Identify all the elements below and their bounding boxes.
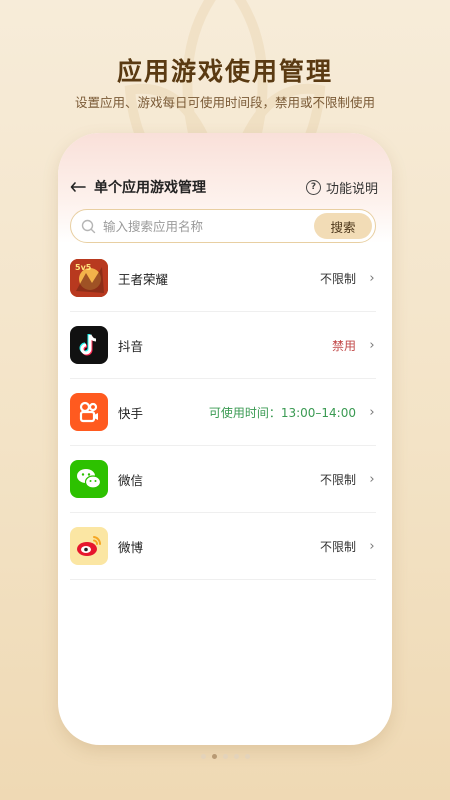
hero-title: 应用游戏使用管理 bbox=[116, 57, 333, 86]
status-label: 可使用时间：13:00–14:00 bbox=[208, 405, 356, 420]
chevron-right-icon: › bbox=[369, 270, 375, 286]
weibo-icon bbox=[70, 527, 108, 565]
list-item[interactable]: 抖音 禁用 › bbox=[70, 312, 376, 379]
list-item[interactable]: 微博 不限制 › bbox=[70, 513, 376, 580]
search-button[interactable]: 搜索 bbox=[314, 213, 372, 239]
help-circle-icon: ? bbox=[305, 179, 321, 195]
page-dot bbox=[233, 754, 239, 759]
app-name: 快手 bbox=[118, 405, 144, 421]
page-dot bbox=[244, 754, 250, 759]
chevron-right-icon: › bbox=[369, 337, 375, 353]
chevron-right-icon: › bbox=[369, 471, 375, 487]
help-label: 功能说明 bbox=[325, 181, 378, 197]
status-label: 禁用 bbox=[331, 338, 356, 353]
list-item[interactable]: 快手 可使用时间：13:00–14:00 › bbox=[70, 379, 376, 446]
hero-subtitle: 设置应用、游戏每日可使用时间段，禁用或不限制使用 bbox=[74, 95, 375, 110]
page-dot-active bbox=[211, 754, 217, 759]
back-arrow-icon[interactable] bbox=[70, 179, 88, 195]
status-label: 不限制 bbox=[319, 271, 356, 286]
status-label: 不限制 bbox=[319, 472, 356, 487]
page-dot bbox=[222, 754, 228, 759]
app-header: 单个应用游戏管理 ? 功能说明 bbox=[70, 176, 378, 198]
wechat-icon bbox=[70, 460, 108, 498]
app-name: 微信 bbox=[118, 472, 144, 488]
app-name: 微博 bbox=[118, 539, 144, 555]
page-title: 单个应用游戏管理 bbox=[94, 180, 206, 196]
search-input[interactable] bbox=[103, 218, 314, 234]
page-dot bbox=[200, 754, 206, 759]
svg-text:5v5: 5v5 bbox=[75, 263, 92, 272]
search-icon bbox=[81, 218, 97, 234]
list-item[interactable]: 微信 不限制 › bbox=[70, 446, 376, 513]
app-name: 抖音 bbox=[118, 338, 144, 354]
app-name: 王者荣耀 bbox=[118, 271, 169, 287]
help-button[interactable]: ? 功能说明 bbox=[305, 178, 378, 197]
douyin-icon bbox=[70, 326, 108, 364]
status-label: 不限制 bbox=[319, 539, 356, 554]
search-bar: 搜索 bbox=[70, 209, 376, 243]
chevron-right-icon: › bbox=[369, 404, 375, 420]
phone-frame: 单个应用游戏管理 ? 功能说明 搜索 5v5 王者荣耀 bbox=[58, 133, 392, 745]
app-list: 5v5 王者荣耀 不限制 › 抖音 禁用 › 快手 可使用时间：13:00–14… bbox=[70, 245, 376, 580]
page-indicator bbox=[0, 754, 450, 759]
honor-of-kings-icon: 5v5 bbox=[70, 259, 108, 297]
chevron-right-icon: › bbox=[369, 538, 375, 554]
kuaishou-icon bbox=[70, 393, 108, 431]
list-item[interactable]: 5v5 王者荣耀 不限制 › bbox=[70, 245, 376, 312]
